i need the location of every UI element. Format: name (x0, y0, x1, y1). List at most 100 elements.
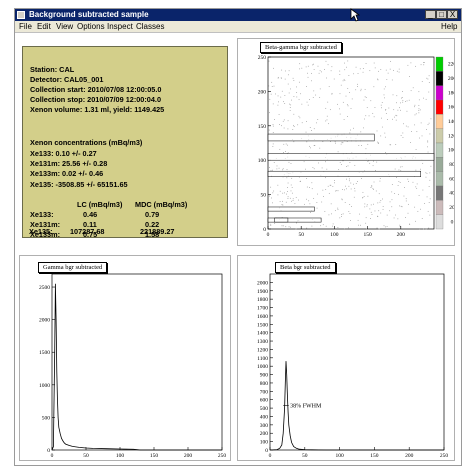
heatmap-cell (351, 98, 353, 100)
heatmap-cell (324, 210, 326, 212)
heatmap-cell (323, 196, 324, 197)
heatmap-cell (342, 101, 344, 103)
heatmap-cell (369, 70, 371, 72)
heatmap-cell (293, 126, 295, 127)
heatmap-cell (340, 164, 342, 165)
heatmap-cell (279, 190, 281, 192)
heatmap-cell (406, 100, 408, 102)
heatmap-cell (291, 192, 293, 194)
heatmap-cell (319, 88, 321, 90)
heatmap-cell (381, 126, 383, 128)
heatmap-cell (353, 196, 355, 198)
heatmap-cell (326, 119, 328, 121)
heatmap-cell (396, 177, 397, 179)
heatmap-cell (337, 207, 339, 209)
heatmap-cell (311, 80, 312, 82)
heatmap-cell (410, 62, 412, 64)
menu-edit[interactable]: Edit (37, 21, 51, 32)
x-tick-label: 200 (184, 453, 193, 459)
title-bar[interactable]: Background subtracted sample _ □ X (15, 9, 461, 21)
palette-label: 0 (451, 219, 454, 225)
heatmap-cell (281, 225, 283, 227)
gamma-histogram[interactable]: 0 50 100 150 200 25005001000150020002500 (20, 256, 230, 460)
heatmap-cell (305, 66, 307, 68)
heatmap-cell (282, 169, 284, 171)
heatmap-cell (376, 141, 378, 143)
x-tick-label: 150 (150, 453, 159, 459)
beta-histogram[interactable]: 0 50 100 150 200 250 0 100 200 300 400 500 600 700 800… (238, 256, 454, 460)
heatmap-cell (273, 67, 274, 69)
heatmap-cell (316, 122, 317, 124)
y-tick-label: 1700 (257, 306, 268, 312)
heatmap-cell (306, 120, 307, 122)
heatmap-cell (306, 198, 307, 200)
heatmap-cell (273, 190, 275, 192)
heatmap-cell (311, 182, 313, 184)
heatmap-cell (328, 86, 330, 88)
xe131m-conc: Xe131m: 25.56 +/- 0.28 (30, 159, 108, 168)
heatmap-cell (287, 191, 288, 192)
heatmap-cell (337, 190, 339, 192)
station-text: Station: CAL (30, 65, 75, 74)
heatmap-cell (377, 143, 379, 144)
menu-help[interactable]: Help (441, 21, 457, 32)
heatmap-cell (426, 77, 428, 79)
heatmap-cell (365, 115, 367, 117)
heatmap-cell (326, 115, 328, 117)
minimize-button[interactable]: _ (425, 10, 436, 19)
beta-gamma-histogram[interactable]: 0501001502000501001502002502202001801601… (238, 39, 457, 245)
x-tick-label: 50 (298, 232, 304, 238)
heatmap-cell (350, 188, 352, 190)
heatmap-cell (419, 228, 421, 230)
heatmap-cell (401, 206, 403, 208)
beta-title: Beta bgr subtracted (275, 262, 336, 273)
heatmap-cell (347, 116, 348, 117)
heatmap-cell (315, 94, 317, 96)
root-canvas[interactable]: Station: CAL Detector: CAL05_001 Collect… (15, 33, 461, 465)
palette-label: 160 (448, 105, 454, 111)
palette-swatch (435, 200, 444, 215)
maximize-button[interactable]: □ (436, 10, 447, 19)
gamma-pad[interactable]: 0 50 100 150 200 250 0 500 1000 1500 2000 2500 (19, 255, 231, 461)
y-tick-label: 2000 (257, 280, 268, 286)
heatmap-cell (411, 131, 412, 132)
menu-view[interactable]: View (56, 21, 73, 32)
heatmap-cell (287, 182, 289, 184)
heatmap-cell (325, 120, 327, 122)
beta-pad[interactable]: 0 50 100 150 200 250 0 100 200 300 400 500 600 700 800… (237, 255, 455, 461)
y-tick-label: 800 (260, 381, 269, 387)
heatmap-cell (402, 91, 403, 92)
heatmap-cell (348, 180, 350, 182)
close-button[interactable]: X (447, 10, 458, 19)
heatmap-cell (268, 145, 269, 147)
heatmap-cell (316, 202, 318, 203)
heatmap-cell (391, 79, 393, 81)
heatmap-cell (363, 127, 364, 129)
heatmap-cell (349, 204, 351, 205)
y-tick-label: 1600 (257, 314, 268, 320)
heatmap-cell (318, 162, 319, 164)
heatmap-cell (373, 160, 374, 162)
beta-gamma-pad[interactable]: 0501001502000501001502002502202001801601… (237, 38, 457, 246)
heatmap-cell (389, 201, 391, 203)
heatmap-cell (312, 167, 314, 168)
menu-classes[interactable]: Classes (136, 21, 164, 32)
heatmap-cell (331, 213, 332, 215)
heatmap-cell (357, 219, 359, 221)
menu-inspect[interactable]: Inspect (107, 21, 133, 32)
menu-file[interactable]: File (19, 21, 32, 32)
heatmap-cell (394, 168, 396, 170)
heatmap-cell (401, 166, 403, 168)
heatmap-cell (325, 189, 327, 190)
heatmap-cell (415, 148, 417, 150)
heatmap-cell (383, 225, 385, 227)
menu-options[interactable]: Options (77, 21, 105, 32)
heatmap-cell (415, 113, 417, 115)
heatmap-cell (272, 192, 274, 194)
heatmap-cell (418, 110, 420, 111)
palette-swatch (435, 56, 444, 72)
heatmap-cell (407, 64, 409, 66)
results-pave: Station: CAL Detector: CAL05_001 Collect… (22, 46, 228, 239)
x-tick-label: 250 (218, 453, 227, 459)
heatmap-cell (394, 193, 396, 194)
